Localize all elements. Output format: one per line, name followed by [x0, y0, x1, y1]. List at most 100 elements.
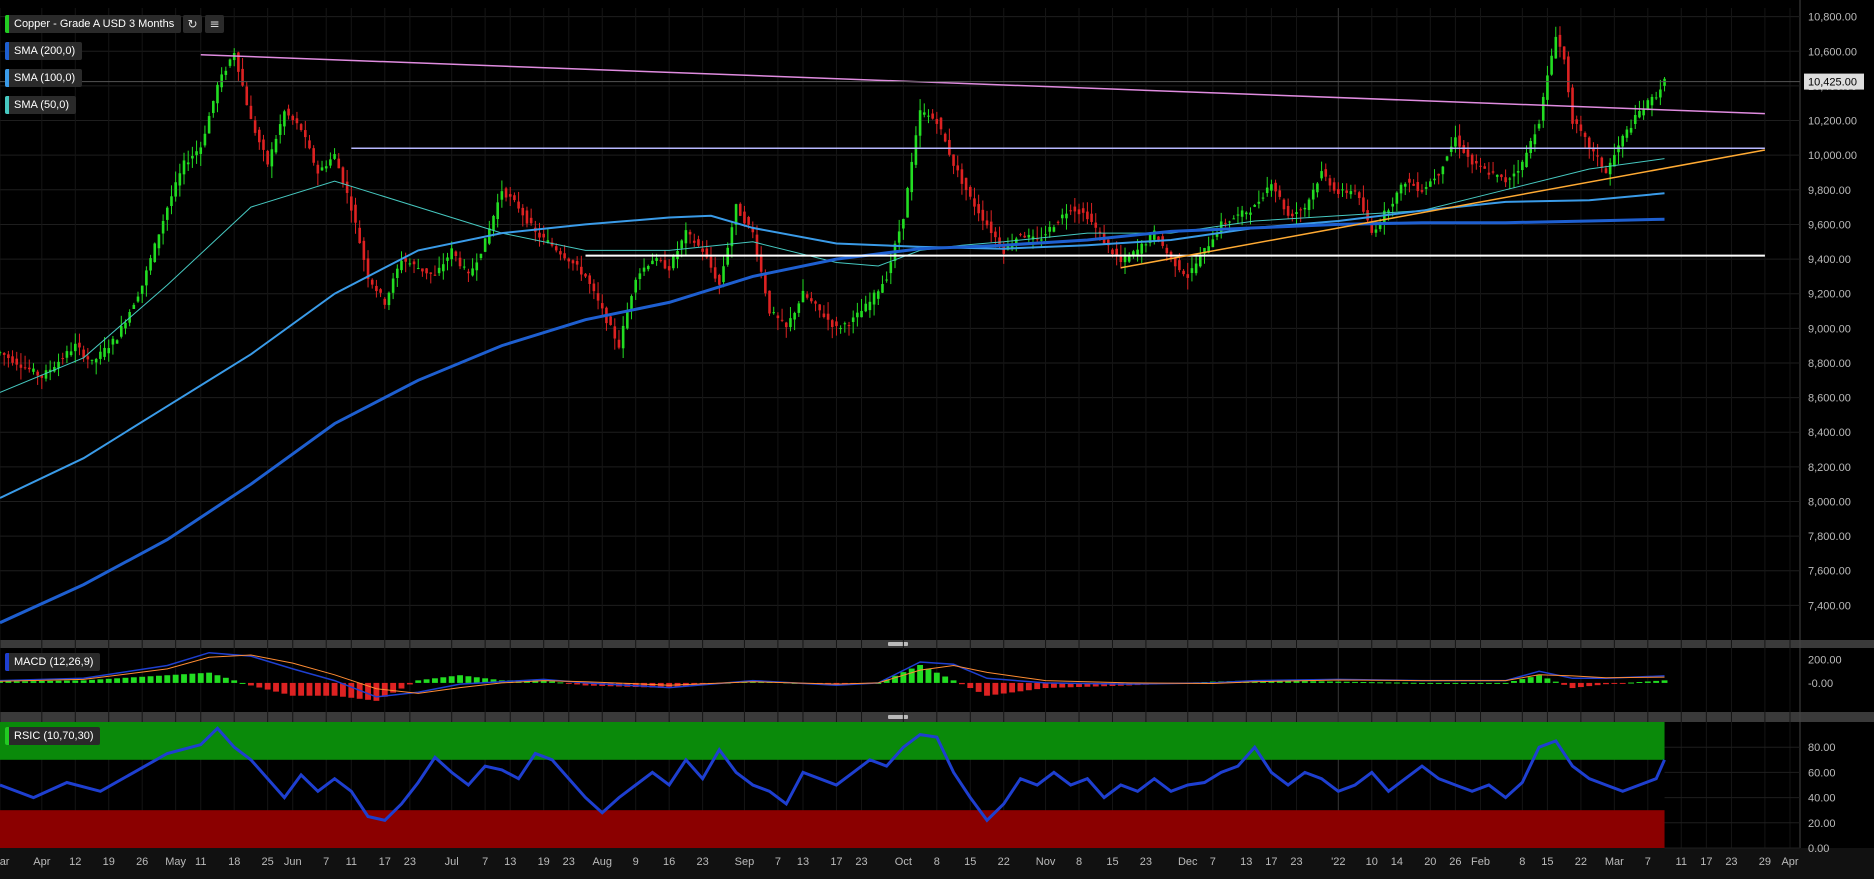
candle-body [1320, 171, 1323, 179]
candle-body [454, 251, 458, 257]
candle-body [935, 118, 939, 124]
candle-body [345, 181, 349, 193]
macd-histogram-bar [314, 682, 321, 696]
rsi-tick-label: 20.00 [1808, 818, 1836, 830]
macd-histogram-bar [440, 677, 447, 683]
candle-body [358, 227, 361, 244]
macd-histogram-bar [1619, 682, 1626, 684]
macd-histogram-bar [373, 682, 380, 701]
candle-body [308, 140, 311, 149]
candle-body [713, 267, 717, 279]
candle-body [1583, 132, 1587, 137]
macd-histogram-bar [1410, 682, 1417, 684]
macd-histogram-bar [967, 682, 974, 689]
candle-body [1470, 154, 1474, 165]
candle-body [61, 358, 65, 360]
time-tick-label: 22 [1575, 856, 1587, 868]
macd-histogram-bar [1000, 682, 1007, 694]
candle-body [1328, 178, 1332, 186]
candle-body [1416, 182, 1420, 191]
candle-body [609, 316, 612, 325]
macd-histogram-bar [72, 680, 79, 683]
macd-histogram-bar [55, 680, 62, 683]
legend-sma100[interactable]: SMA (100,0) [5, 69, 83, 87]
macd-histogram-bar [1511, 680, 1517, 683]
candle-body [1253, 204, 1256, 207]
candle-body [784, 322, 788, 328]
candle-body [538, 232, 541, 238]
candle-body [299, 124, 303, 131]
macd-histogram-bar [306, 682, 313, 696]
candle-body [78, 342, 81, 348]
time-tick-label: 7 [482, 856, 488, 868]
candle-body [2, 352, 6, 355]
time-tick-label: 29 [1759, 856, 1771, 868]
macd-histogram-bar [557, 682, 564, 684]
candle-body [1491, 171, 1495, 173]
legend-rsic[interactable]: RSIC (10,70,30) [5, 727, 101, 745]
candle-body [914, 135, 918, 165]
candle-body [1424, 187, 1428, 189]
candle-body [437, 267, 441, 274]
macd-histogram-bar [900, 672, 907, 683]
macd-histogram-bar [47, 680, 54, 683]
candle-body [287, 108, 290, 116]
time-tick-label: 9 [633, 856, 639, 868]
candle-body [1357, 192, 1361, 199]
macd-histogram-bar [1561, 682, 1568, 685]
candle-body [1420, 190, 1424, 192]
candle-body [659, 260, 663, 262]
legend-sma50[interactable]: SMA (50,0) [5, 96, 77, 114]
candle-body [1659, 89, 1662, 98]
macd-swatch [5, 653, 9, 671]
macd-histogram-bar [248, 682, 254, 686]
legend-macd[interactable]: MACD (12,26,9) [5, 653, 101, 671]
macd-histogram-bar [933, 672, 940, 683]
legend-sma200[interactable]: SMA (200,0) [5, 42, 83, 60]
candle-body [7, 354, 10, 359]
legend-instrument[interactable]: Copper - Grade A USD 3 Months [5, 15, 182, 33]
candle-body [588, 275, 591, 284]
candle-body [1324, 169, 1328, 177]
candle-body [1081, 208, 1085, 213]
macd-histogram-bar [950, 680, 957, 683]
macd-histogram-bar [164, 675, 171, 683]
candle-body [1194, 263, 1198, 274]
candle-body [964, 177, 968, 191]
sma50-label: SMA (50,0) [14, 99, 70, 111]
candle-body [1625, 129, 1629, 138]
candle-body [237, 52, 240, 72]
time-tick-label: 8 [1076, 856, 1082, 868]
candle-body [1562, 46, 1566, 60]
rsic-swatch [5, 727, 9, 745]
macd-histogram-bar [432, 678, 438, 683]
candle-body [157, 234, 161, 249]
time-tick-label: May [165, 856, 186, 868]
candle-body [906, 188, 909, 218]
candle-body [642, 267, 646, 272]
time-tick-label: 8 [1519, 856, 1525, 868]
candle-body [295, 118, 299, 124]
candle-body [496, 202, 499, 220]
chart-canvas[interactable]: 10,800.0010,600.0010,400.0010,200.0010,0… [0, 0, 1874, 879]
candle-body [442, 264, 445, 272]
candle-body [835, 321, 838, 327]
time-tick-label: 15 [964, 856, 976, 868]
candle-body [471, 268, 474, 276]
macd-histogram-bar [1427, 682, 1434, 684]
macd-histogram-bar [1569, 682, 1576, 689]
time-tick-label: 15 [1541, 856, 1553, 868]
candle-body [864, 303, 868, 312]
refresh-icon[interactable]: ↻ [183, 15, 202, 33]
time-tick-label: 19 [538, 856, 550, 868]
candle-body [492, 215, 495, 231]
macd-histogram-bar [155, 675, 162, 683]
candle-body [111, 338, 115, 345]
time-tick-label: 16 [663, 856, 675, 868]
chart-settings-icon[interactable]: ≡ [205, 15, 224, 33]
candle-body [1245, 212, 1248, 215]
candle-body [274, 138, 278, 153]
time-tick-label: 14 [1391, 856, 1403, 868]
candle-body [592, 283, 596, 292]
macd-histogram-bar [1377, 682, 1384, 684]
